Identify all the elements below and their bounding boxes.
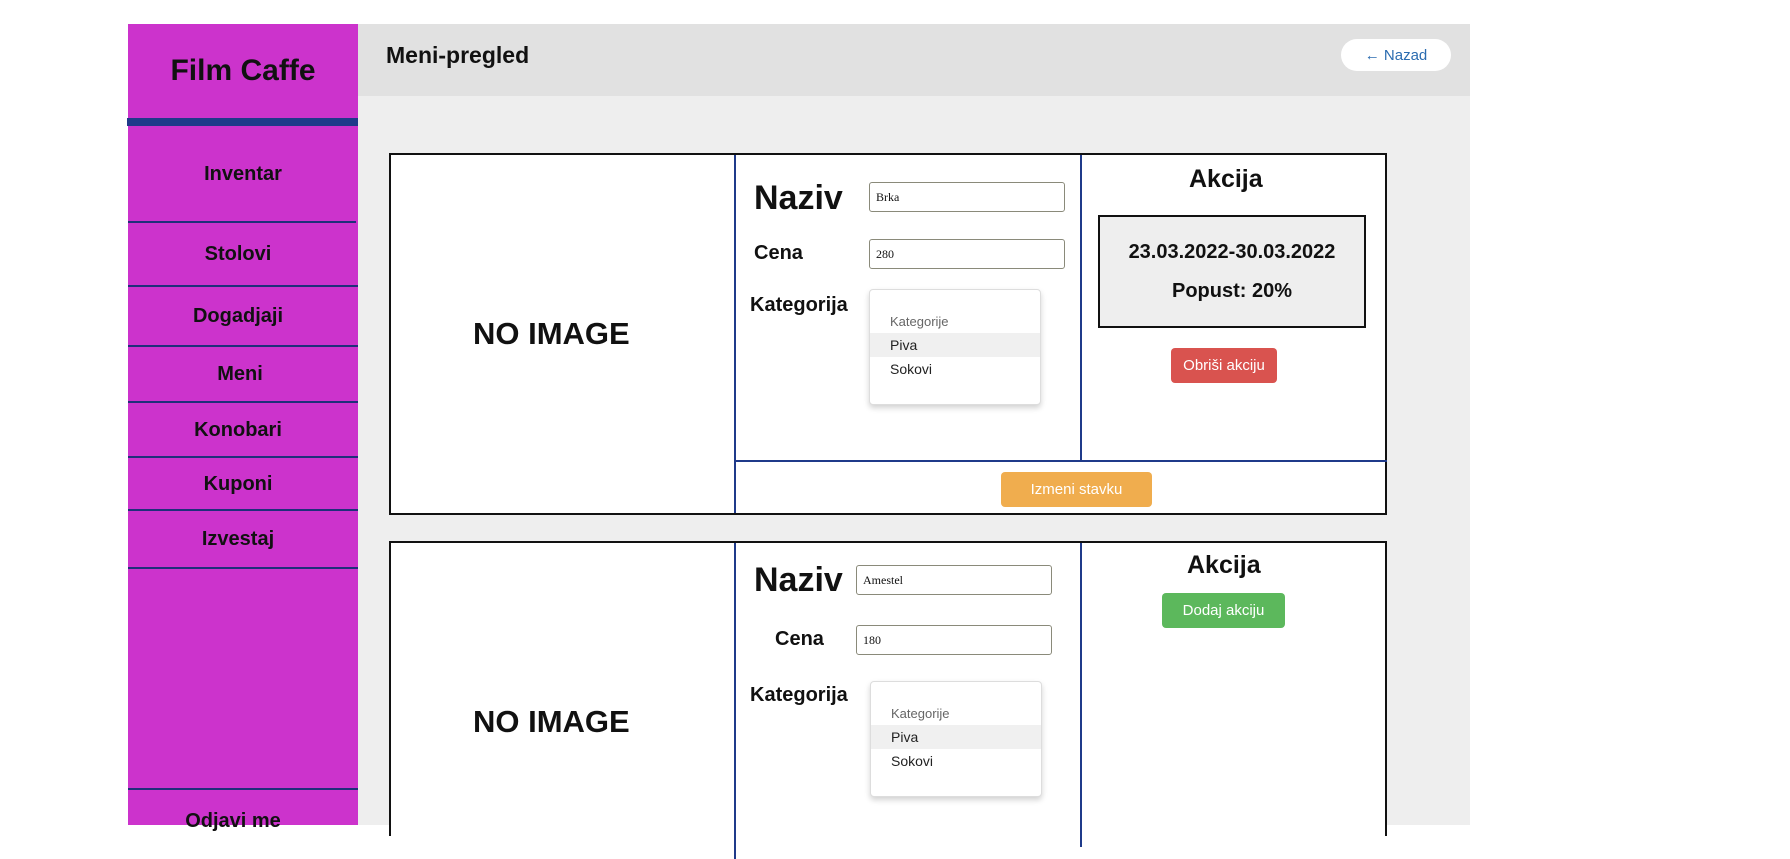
category-option-sokovi[interactable]: Sokovi	[871, 749, 1041, 773]
image-placeholder: NO IMAGE	[473, 316, 630, 351]
menu-item-card: NO IMAGE Naziv Brka Cena 280 Kategorija …	[389, 153, 1387, 515]
naziv-label: Naziv	[754, 561, 843, 599]
delete-promo-button[interactable]: Obriši akciju	[1171, 348, 1277, 383]
sidebar-item-meni[interactable]: Meni	[128, 347, 358, 401]
back-button[interactable]: ← Nazad	[1341, 39, 1451, 71]
cena-label: Cena	[754, 242, 803, 264]
page-header: Meni-pregled ← Nazad	[358, 24, 1470, 96]
promo-discount: Popust: 20%	[1171, 280, 1293, 302]
sidebar-item-dogadjaji[interactable]: Dogadjaji	[128, 287, 358, 345]
cena-label: Cena	[775, 628, 824, 650]
brand-title: Film Caffe	[170, 54, 316, 87]
sidebar-item-label: Konobari	[194, 418, 282, 441]
edit-item-button[interactable]: Izmeni stavku	[1001, 472, 1152, 507]
page-title: Meni-pregled	[386, 42, 530, 68]
sidebar: Film Caffe Inventar Stolovi Dogadjaji Me…	[127, 24, 359, 832]
promo-box: 23.03.2022-30.03.2022 Popust: 20%	[1098, 215, 1366, 328]
sidebar-item-izvestaj[interactable]: Izvestaj	[128, 511, 358, 567]
category-option-piva[interactable]: Piva	[870, 333, 1040, 357]
divider	[1080, 155, 1082, 461]
category-listbox[interactable]: Kategorije Piva Sokovi	[870, 681, 1042, 797]
sidebar-item-label: Izvestaj	[201, 527, 275, 550]
divider	[1080, 543, 1082, 847]
naziv-input[interactable]: Brka	[869, 182, 1065, 212]
sidebar-item-label: Dogadjaji	[192, 304, 283, 327]
kategorija-label: Kategorija	[750, 684, 848, 706]
category-listbox-header: Kategorije	[890, 314, 949, 329]
naziv-input[interactable]: Amestel	[856, 565, 1052, 595]
kategorija-label: Kategorija	[750, 294, 848, 316]
sidebar-item-label: Inventar	[204, 162, 282, 185]
naziv-label: Naziv	[754, 179, 843, 217]
category-option-piva[interactable]: Piva	[871, 725, 1041, 749]
akcija-title: Akcija	[1189, 165, 1263, 193]
sidebar-item-inventar[interactable]: Inventar	[128, 126, 358, 222]
akcija-title: Akcija	[1187, 551, 1261, 579]
sidebar-item-label: Stolovi	[204, 242, 272, 265]
sidebar-item-label: Kuponi	[203, 472, 273, 495]
menu-item-card: NO IMAGE Naziv Amestel Cena 180 Kategori…	[389, 541, 1387, 859]
category-listbox[interactable]: Kategorije Piva Sokovi	[869, 289, 1041, 405]
add-promo-button[interactable]: Dodaj akciju	[1162, 593, 1285, 628]
image-placeholder: NO IMAGE	[473, 704, 630, 739]
sidebar-item-konobari[interactable]: Konobari	[128, 403, 358, 457]
brand-divider	[127, 118, 359, 126]
divider	[734, 460, 1387, 462]
promo-dates: 23.03.2022-30.03.2022	[1128, 241, 1336, 263]
category-listbox-header: Kategorije	[891, 706, 950, 721]
sidebar-item-label: Meni	[217, 362, 263, 385]
category-option-sokovi[interactable]: Sokovi	[870, 357, 1040, 381]
sidebar-item-kuponi[interactable]: Kuponi	[128, 458, 358, 510]
cena-input[interactable]: 180	[856, 625, 1052, 655]
cena-input[interactable]: 280	[869, 239, 1065, 269]
logout-label: Odjavi me	[185, 809, 281, 832]
divider	[128, 567, 358, 569]
sidebar-item-stolovi[interactable]: Stolovi	[128, 223, 358, 285]
logout-button[interactable]: Odjavi me	[128, 790, 358, 852]
divider	[734, 543, 736, 859]
